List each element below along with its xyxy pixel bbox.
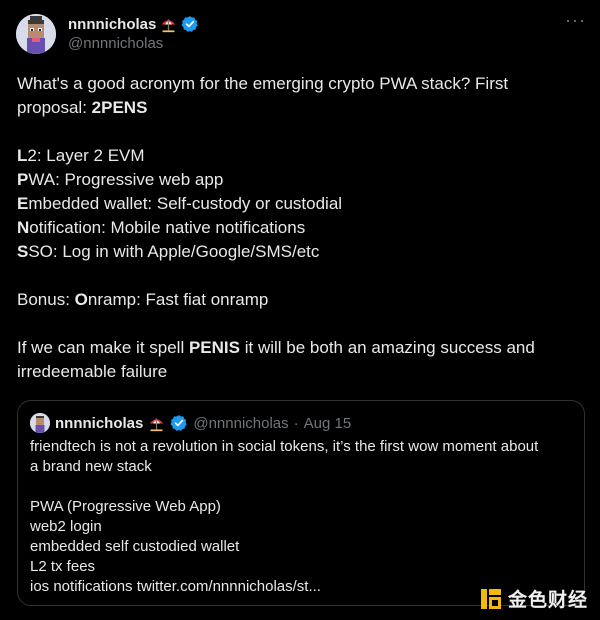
acronym-text: mbedded wallet: Self-custody or custodia… — [28, 194, 343, 213]
avatar-image — [30, 413, 50, 433]
bonus-line: Bonus: Onramp: Fast fiat onramp — [17, 288, 583, 312]
bonus-text: nramp: Fast fiat onramp — [87, 290, 269, 309]
verified-badge-icon — [170, 415, 188, 431]
tweet-card: nnnnicholas @nnnnicholas ··· What's a go… — [0, 0, 600, 620]
acronym-proposal: 2PENS — [91, 98, 148, 117]
closing-rest: it will be both an amazing success and — [240, 338, 535, 357]
author-display-name[interactable]: nnnnicholas — [68, 16, 156, 33]
acronym-text: SO: Log in with Apple/Google/SMS/etc — [28, 242, 320, 261]
author-name-row[interactable]: nnnnicholas — [68, 15, 199, 33]
quoted-tweet-date[interactable]: Aug 15 — [304, 415, 352, 432]
jinse-logo-icon — [480, 588, 501, 609]
quoted-list-item: web2 login — [30, 518, 102, 535]
acronym-item: SSO: Log in with Apple/Google/SMS/etc — [17, 240, 583, 264]
author-avatar[interactable] — [16, 14, 56, 54]
acronym-letter: N — [17, 218, 30, 237]
quoted-tweet[interactable]: nnnnicholas @nnnnicholas · Aug 15 friend… — [17, 400, 585, 606]
quoted-author-handle[interactable]: @nnnnicholas — [193, 415, 288, 432]
quoted-tweet-text: friendtech is not a revolution in social… — [30, 437, 570, 597]
quoted-list-item: PWA (Progressive Web App) — [30, 498, 221, 515]
tweet-line2-prefix: proposal: — [17, 98, 92, 117]
bonus-letter: O — [74, 290, 88, 309]
watermark: 金色财经 — [480, 585, 588, 612]
tweet-text: What's a good acronym for the emerging c… — [17, 72, 583, 384]
acronym-letter: E — [17, 194, 29, 213]
closing-line: If we can make it spell PENIS it will be… — [17, 336, 583, 360]
acronym-text: otification: Mobile native notifications — [29, 218, 306, 237]
acronym-letter: P — [17, 170, 29, 189]
tweet-line: proposal: 2PENS — [17, 96, 583, 120]
more-options-icon[interactable]: ··· — [565, 10, 586, 31]
acronym-letter: L — [17, 146, 28, 165]
watermark-text: 金色财经 — [507, 590, 588, 611]
umbrella-emoji-icon — [150, 417, 164, 431]
quoted-line: a brand new stack — [30, 458, 152, 475]
quoted-author-avatar[interactable] — [30, 413, 50, 433]
avatar-image — [16, 14, 56, 54]
quoted-author-name[interactable]: nnnnicholas — [55, 415, 143, 432]
verified-badge-icon — [181, 16, 199, 32]
separator-dot: · — [293, 414, 299, 432]
acronym-text: WA: Progressive web app — [28, 170, 224, 189]
bonus-prefix: Bonus: — [17, 290, 75, 309]
closing-line2: irredeemable failure — [17, 362, 168, 381]
quoted-list-item: L2 tx fees — [30, 558, 96, 575]
acronym-item: Notification: Mobile native notification… — [17, 216, 583, 240]
acronym-item: Embedded wallet: Self-custody or custodi… — [17, 192, 583, 216]
tweet-line1: What's a good acronym for the emerging c… — [17, 74, 509, 93]
quoted-line: friendtech is not a revolution in social… — [30, 438, 539, 455]
acronym-item: L2: Layer 2 EVM — [17, 144, 583, 168]
acronym-letter: S — [17, 242, 29, 261]
acronym-text: 2: Layer 2 EVM — [27, 146, 145, 165]
quoted-list-item: embedded self custodied wallet — [30, 538, 240, 555]
closing-prefix: If we can make it spell — [17, 338, 189, 357]
umbrella-emoji-icon — [162, 18, 176, 32]
tweet-line: What's a good acronym for the emerging c… — [17, 72, 583, 96]
author-handle[interactable]: @nnnnicholas — [68, 35, 163, 52]
quoted-tweet-header: nnnnicholas @nnnnicholas · Aug 15 — [30, 413, 351, 433]
closing-bold: PENIS — [188, 338, 240, 357]
acronym-item: PWA: Progressive web app — [17, 168, 583, 192]
